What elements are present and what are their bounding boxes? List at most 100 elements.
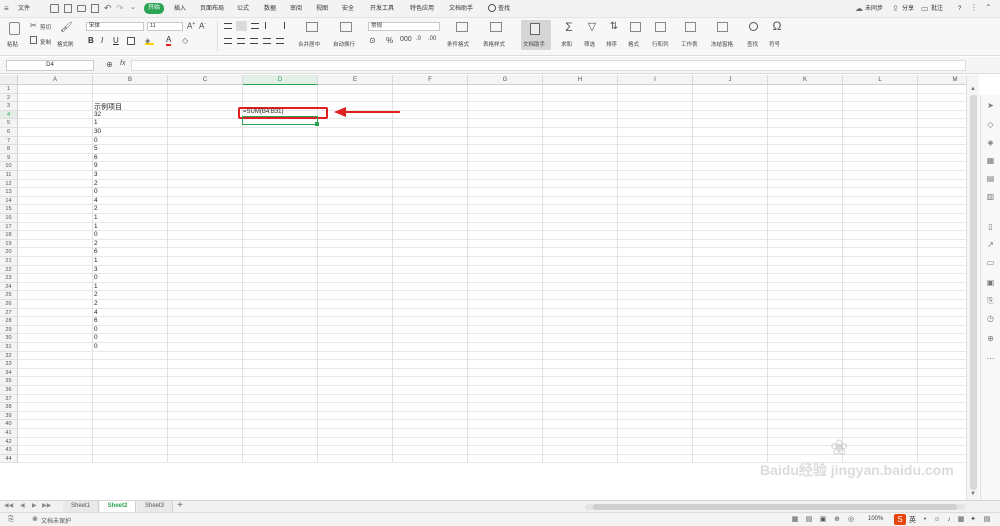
customize-icon[interactable]: ⌄ (130, 3, 136, 11)
row-header-7[interactable]: 7 (0, 136, 18, 146)
shrink-font-icon[interactable]: A- (199, 21, 206, 31)
help-button[interactable]: ? (958, 4, 961, 14)
normal-view-icon[interactable]: ▦ (790, 515, 800, 525)
worksheet-icon[interactable] (685, 22, 696, 32)
emoji-icon[interactable]: ☺ (932, 515, 942, 525)
row-header-3[interactable]: 3 (0, 102, 18, 111)
copy-icon[interactable] (30, 36, 37, 44)
tab-data[interactable]: 数据 (264, 4, 276, 14)
grid-icon[interactable]: ▤ (985, 173, 996, 184)
tab-security[interactable]: 安全 (342, 4, 354, 14)
row-header-34[interactable]: 34 (0, 368, 18, 378)
cell-b10[interactable]: 9 (94, 162, 98, 171)
wrap-text-button[interactable]: 自动换行 (333, 40, 355, 48)
row-header-33[interactable]: 33 (0, 360, 18, 369)
page-layout-view-icon[interactable]: ▤ (804, 515, 814, 525)
row-header-6[interactable]: 6 (0, 128, 18, 137)
print-preview-icon[interactable] (91, 4, 99, 13)
sort-button[interactable]: 排序 (606, 40, 617, 48)
save-icon[interactable] (50, 4, 59, 13)
redo-icon[interactable]: ↷ (116, 3, 124, 14)
freeze-panes-button[interactable]: 冻结窗格 (711, 40, 733, 48)
comment-icon[interactable]: ▭ (921, 4, 929, 13)
column-header-d[interactable]: D (243, 75, 318, 85)
chart-icon[interactable]: ▥ (985, 191, 996, 202)
row-header-23[interactable]: 23 (0, 274, 18, 283)
cell-b3[interactable]: 示例项目 (94, 104, 122, 113)
row-header-28[interactable]: 28 (0, 317, 18, 326)
zoom-fn-icon[interactable]: ⊕ (106, 60, 113, 69)
filter-button[interactable]: 筛选 (584, 40, 595, 48)
row-header-8[interactable]: 8 (0, 145, 18, 154)
align-middle-icon[interactable] (236, 21, 247, 31)
sync-status[interactable]: 未同步 (865, 4, 883, 14)
fill-icon[interactable]: ◈ (985, 137, 996, 148)
clear-format-icon[interactable]: ◇ (182, 36, 188, 45)
collapse-ribbon-icon[interactable]: ⌃ (985, 3, 992, 12)
row-header-10[interactable]: 10 (0, 162, 18, 171)
share-button[interactable]: 分享 (902, 4, 914, 14)
row-header-32[interactable]: 32 (0, 351, 18, 361)
filter-icon[interactable]: ▽ (586, 21, 598, 33)
first-sheet-icon[interactable]: ◀◀ (4, 502, 13, 509)
mic-icon[interactable]: ♪ (944, 515, 954, 525)
tab-insert[interactable]: 插入 (174, 4, 186, 14)
column-header-h[interactable]: H (543, 75, 618, 85)
column-header-a[interactable]: A (18, 75, 93, 85)
tab-view[interactable]: 视图 (316, 4, 328, 14)
reading-view-icon[interactable]: ⊕ (832, 515, 842, 525)
cell-b18[interactable]: 0 (94, 231, 98, 240)
tab-doc-helper[interactable]: 文档助手 (449, 4, 473, 14)
punctuation-icon[interactable]: • (920, 515, 930, 525)
align-right-icon[interactable] (250, 38, 258, 44)
file-icon[interactable]: ▯ (985, 221, 996, 232)
align-left-icon[interactable] (224, 38, 232, 44)
last-sheet-icon[interactable]: ▶▶ (42, 502, 51, 509)
page-break-view-icon[interactable]: ▣ (818, 515, 828, 525)
tab-find[interactable]: 查找 (498, 4, 510, 14)
column-header-m[interactable]: M (918, 75, 966, 85)
cell-b7[interactable]: 0 (94, 137, 98, 146)
row-header-43[interactable]: 43 (0, 446, 18, 455)
cell-b24[interactable]: 1 (94, 283, 98, 292)
share-icon[interactable]: ⇪ (892, 4, 899, 13)
row-header-44[interactable]: 44 (0, 454, 18, 464)
ime-mode[interactable]: 英 (909, 515, 916, 525)
cell-b5[interactable]: 1 (94, 119, 98, 128)
paste-label[interactable]: 粘贴 (7, 40, 18, 48)
merge-center-icon[interactable] (306, 22, 318, 32)
align-center-icon[interactable] (237, 38, 245, 44)
table-style-button[interactable]: 表格样式 (483, 40, 505, 48)
number-format-select[interactable]: 常规 (368, 22, 440, 31)
column-header-g[interactable]: G (468, 75, 543, 85)
row-header-36[interactable]: 36 (0, 386, 18, 395)
cell-b27[interactable]: 4 (94, 309, 98, 318)
symbol-icon[interactable]: Ω (771, 20, 783, 32)
row-header-35[interactable]: 35 (0, 377, 18, 386)
column-header-e[interactable]: E (318, 75, 393, 85)
cell-b12[interactable]: 2 (94, 180, 98, 189)
backup-icon[interactable]: ⎘ (985, 295, 996, 306)
row-header-41[interactable]: 41 (0, 429, 18, 438)
sum-button[interactable]: 求和 (561, 40, 572, 48)
row-header-14[interactable]: 14 (0, 196, 18, 206)
cell-b21[interactable]: 1 (94, 257, 98, 266)
cell-b15[interactable]: 2 (94, 205, 98, 214)
sort-icon[interactable]: ⇅ (608, 21, 620, 33)
sum-icon[interactable]: Σ (563, 21, 575, 33)
cell-b22[interactable]: 3 (94, 266, 98, 275)
add-sheet-button[interactable]: + (177, 500, 183, 511)
sheet-tab-3[interactable]: Sheet3 (137, 501, 173, 512)
scroll-down-icon[interactable]: ▼ (970, 491, 976, 497)
select-icon[interactable]: ➤ (985, 100, 996, 111)
select-all-corner[interactable] (0, 75, 18, 85)
paste-icon[interactable] (9, 22, 20, 35)
row-header-20[interactable]: 20 (0, 248, 18, 257)
cell-b19[interactable]: 2 (94, 240, 98, 249)
cell-b31[interactable]: 0 (94, 343, 98, 352)
sheet-tab-2[interactable]: Sheet2 (100, 501, 136, 512)
macro-icon[interactable]: ⎘ (6, 515, 16, 525)
table-icon[interactable]: ▦ (985, 155, 996, 166)
worksheet-button[interactable]: 工作表 (681, 40, 698, 48)
table-style-icon[interactable] (490, 22, 502, 32)
